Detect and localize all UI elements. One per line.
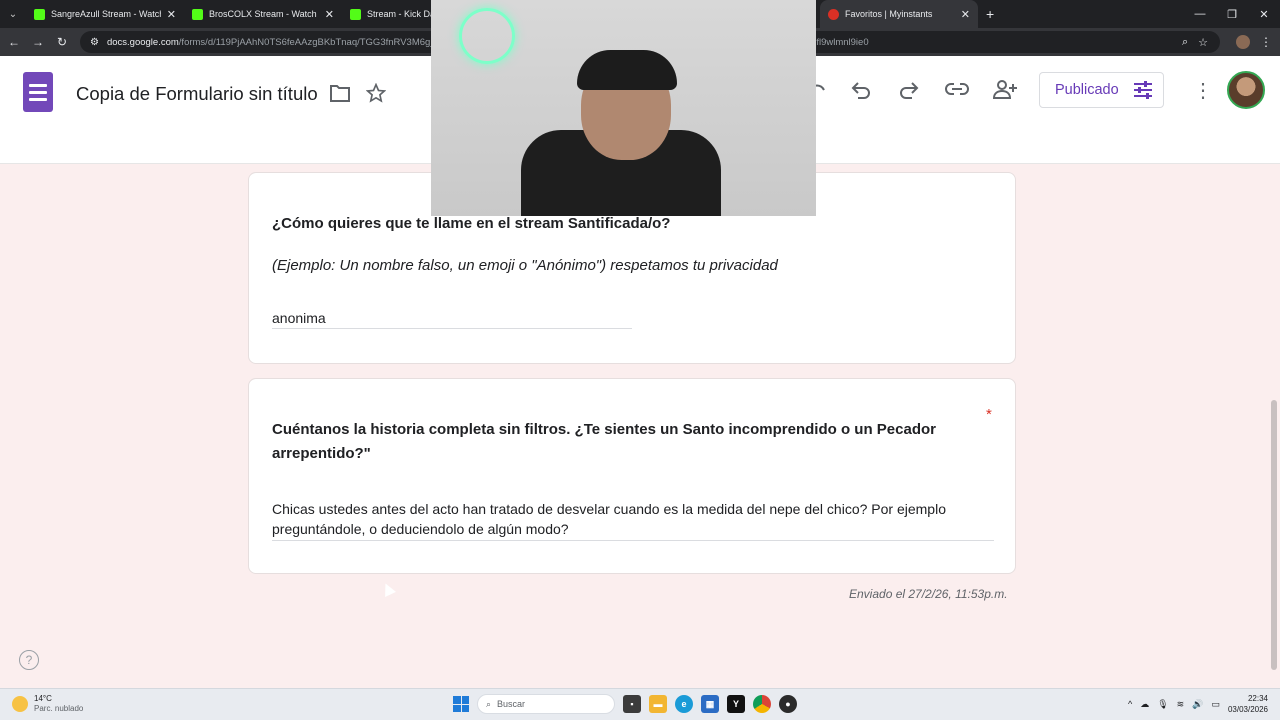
site-info-icon[interactable]: ⚙ xyxy=(90,37,99,48)
close-tab-icon[interactable]: ✕ xyxy=(961,8,970,21)
answer-text: Chicas ustedes antes del acto han tratad… xyxy=(272,499,994,541)
browser-menu-icon[interactable]: ⋮ xyxy=(1260,35,1272,49)
tray-chevron-icon[interactable]: ^ xyxy=(1128,699,1132,709)
yandex-app-icon[interactable]: Y xyxy=(727,695,745,713)
search-icon: ⌕ xyxy=(486,698,492,709)
clock-time: 22:34 xyxy=(1247,694,1268,703)
partly-cloudy-icon xyxy=(12,696,28,712)
reload-icon[interactable]: ↻ xyxy=(50,28,74,56)
neon-smiley-sign xyxy=(459,8,515,64)
volume-icon[interactable]: 🔊 xyxy=(1192,699,1203,710)
question-description: (Ejemplo: Un nombre falso, un emoji o "A… xyxy=(272,257,778,274)
close-tab-icon[interactable]: ✕ xyxy=(325,8,334,21)
question-title: Cuéntanos la historia completa sin filtr… xyxy=(272,418,972,466)
tab-1[interactable]: BrosCOLX Stream - Watch Live ✕ xyxy=(184,0,342,28)
help-icon[interactable]: ? xyxy=(19,650,39,670)
kick-favicon-icon xyxy=(34,8,45,20)
obs-icon[interactable]: ● xyxy=(779,695,797,713)
scrollbar-thumb[interactable] xyxy=(1271,400,1277,670)
link-icon[interactable] xyxy=(945,80,969,98)
published-label: Publicado xyxy=(1055,82,1119,98)
streamer-cap xyxy=(577,50,677,90)
taskbar-search[interactable]: ⌕ Buscar xyxy=(477,694,615,714)
search-placeholder: Buscar xyxy=(497,699,526,709)
microphone-icon[interactable]: 🎙 xyxy=(1157,699,1168,710)
account-avatar[interactable] xyxy=(1227,71,1265,109)
weather-desc: Parc. nublado xyxy=(34,704,84,713)
close-window-icon[interactable]: ✕ xyxy=(1248,0,1280,28)
edge-browser-icon[interactable]: e xyxy=(675,695,693,713)
redo-icon[interactable] xyxy=(898,80,920,100)
weather-temp: 14°C xyxy=(34,694,52,703)
back-icon[interactable]: ← xyxy=(2,28,26,56)
minimize-icon[interactable]: — xyxy=(1184,0,1216,28)
google-forms-logo[interactable] xyxy=(23,72,53,112)
undo-icon[interactable] xyxy=(850,80,872,100)
question-card-story: Cuéntanos la historia completa sin filtr… xyxy=(248,378,1016,574)
mouse-cursor-icon xyxy=(380,581,396,597)
tab-title: BrosCOLX Stream - Watch Live xyxy=(209,9,319,19)
tune-settings-icon xyxy=(1133,81,1152,99)
url-tail: Kfl9wlmnl9ie0 xyxy=(810,36,869,48)
forward-icon[interactable]: → xyxy=(26,28,50,56)
folder-icon[interactable] xyxy=(330,84,350,102)
document-title[interactable]: Copia de Formulario sin título xyxy=(76,83,318,105)
question-title-line-2: arrepentido?" xyxy=(272,445,371,462)
answer-text: anonima xyxy=(272,308,632,329)
close-tab-icon[interactable]: ✕ xyxy=(167,8,176,21)
weather-widget[interactable]: 14°C Parc. nublado xyxy=(12,694,83,714)
browser-profile-avatar[interactable] xyxy=(1236,35,1250,49)
question-title-line-1: Cuéntanos la historia completa sin filtr… xyxy=(272,421,936,438)
kick-favicon-icon xyxy=(192,8,203,20)
bookmark-star-icon[interactable]: ☆ xyxy=(1198,36,1208,49)
clock-date: 03/03/2026 xyxy=(1227,705,1268,714)
answer-line-1: Chicas ustedes antes del acto han tratad… xyxy=(272,501,946,517)
star-icon[interactable] xyxy=(366,83,386,103)
required-asterisk: * xyxy=(986,406,992,423)
tab-title: SangreAzull Stream - Watch Live xyxy=(51,9,161,19)
kick-favicon-icon xyxy=(350,8,361,20)
submitted-timestamp: Enviado el 27/2/26, 11:53p.m. xyxy=(849,587,1008,601)
webcam-overlay xyxy=(431,0,816,216)
window-controls: — ❐ ✕ xyxy=(1184,0,1280,28)
published-button[interactable]: Publicado xyxy=(1039,72,1164,108)
zoom-icon[interactable]: ⌕ xyxy=(1182,36,1188,49)
tab-3[interactable]: Favoritos | Myinstants ✕ xyxy=(820,0,978,28)
chrome-icon[interactable] xyxy=(753,695,771,713)
add-collaborator-icon[interactable] xyxy=(992,78,1018,100)
task-view-icon[interactable]: ▪ xyxy=(623,695,641,713)
more-options-icon[interactable]: ⋮ xyxy=(1193,78,1213,103)
taskbar: 14°C Parc. nublado ⌕ Buscar ▪ ▬ e ▦ Y ● … xyxy=(0,688,1280,720)
battery-icon[interactable]: ▭ xyxy=(1211,699,1220,710)
new-tab-button[interactable]: + xyxy=(978,0,1002,28)
clock[interactable]: 22:34 03/03/2026 xyxy=(1228,693,1268,715)
url-path: /forms/d/119PjAAhN0TS6feAAzgBKbTnaq/TGG3… xyxy=(178,36,445,48)
tab-title: Favoritos | Myinstants xyxy=(845,9,933,19)
tab-search-chevron-icon[interactable]: ⌄ xyxy=(0,0,26,28)
onedrive-icon[interactable]: ☁ xyxy=(1140,699,1149,710)
microsoft-store-icon[interactable]: ▦ xyxy=(701,695,719,713)
file-explorer-icon[interactable]: ▬ xyxy=(649,695,667,713)
url-host: docs.google.com xyxy=(106,36,179,48)
wifi-icon[interactable]: ≋ xyxy=(1177,699,1185,710)
myinstants-favicon-icon xyxy=(828,8,839,20)
restore-icon[interactable]: ❐ xyxy=(1216,0,1248,28)
answer-line-2: preguntándole, o deduciendolo de algún m… xyxy=(272,521,569,537)
tab-0[interactable]: SangreAzull Stream - Watch Live ✕ xyxy=(26,0,184,28)
windows-start-icon[interactable] xyxy=(453,696,469,712)
